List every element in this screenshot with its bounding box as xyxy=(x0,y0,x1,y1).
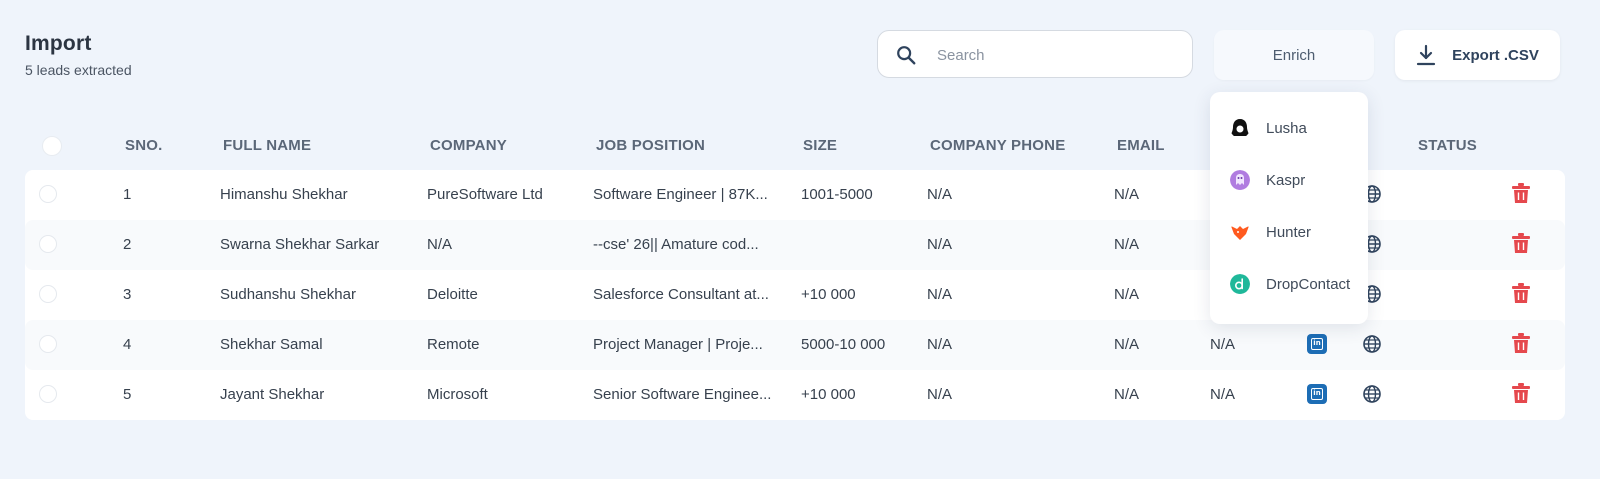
search-icon xyxy=(897,46,916,65)
enrich-dropdown-menu: Lusha Kaspr Hunter DropContact xyxy=(1210,92,1368,324)
cell-sno: 4 xyxy=(123,336,132,353)
trash-icon[interactable] xyxy=(1511,232,1531,254)
cell-sno: 1 xyxy=(123,186,132,203)
cell-company: Remote xyxy=(427,336,480,353)
enrich-button[interactable]: Enrich xyxy=(1214,30,1374,80)
cell-company: Microsoft xyxy=(427,386,488,403)
export-button-label: Export .CSV xyxy=(1452,46,1539,64)
cell-company-phone: N/A xyxy=(927,336,953,353)
enrich-option-kaspr[interactable]: Kaspr xyxy=(1230,166,1305,194)
row-checkbox[interactable] xyxy=(39,235,57,253)
cell-company-phone: N/A xyxy=(927,186,953,203)
cell-extra: N/A xyxy=(1210,386,1236,403)
cell-full-name: Himanshu Shekhar xyxy=(220,186,348,203)
column-header-email[interactable]: EMAIL xyxy=(1117,137,1165,154)
cell-extra: N/A xyxy=(1210,336,1236,353)
linkedin-icon[interactable]: in xyxy=(1307,384,1327,404)
cell-size: 1001-5000 xyxy=(801,186,873,203)
search-input[interactable] xyxy=(935,31,1179,79)
cell-company-phone: N/A xyxy=(927,386,953,403)
globe-icon[interactable] xyxy=(1362,334,1382,354)
leads-count: 5 leads extracted xyxy=(25,62,132,78)
row-checkbox[interactable] xyxy=(39,185,57,203)
cell-full-name: Swarna Shekhar Sarkar xyxy=(220,236,380,253)
cell-job-position: Senior Software Enginee... xyxy=(593,386,772,403)
page-header: Import 5 leads extracted xyxy=(25,32,132,78)
globe-icon[interactable] xyxy=(1362,384,1382,404)
select-all-checkbox[interactable] xyxy=(42,136,62,156)
cell-company: Deloitte xyxy=(427,286,478,303)
trash-icon[interactable] xyxy=(1511,332,1531,354)
cell-sno: 3 xyxy=(123,286,132,303)
column-header-full-name[interactable]: FULL NAME xyxy=(223,137,311,154)
cell-job-position: Project Manager | Proje... xyxy=(593,336,763,353)
column-header-job-position[interactable]: JOB POSITION xyxy=(596,137,705,154)
row-checkbox[interactable] xyxy=(39,385,57,403)
cell-sno: 2 xyxy=(123,236,132,253)
cell-size: +10 000 xyxy=(801,386,856,403)
table-row[interactable]: 5 Jayant Shekhar Microsoft Senior Softwa… xyxy=(25,370,1565,420)
cell-email: N/A xyxy=(1114,286,1140,303)
column-header-size[interactable]: SIZE xyxy=(803,137,837,154)
cell-full-name: Jayant Shekhar xyxy=(220,386,325,403)
enrich-option-dropcontact[interactable]: DropContact xyxy=(1230,270,1350,298)
cell-job-position: Salesforce Consultant at... xyxy=(593,286,769,303)
enrich-option-label: Lusha xyxy=(1266,119,1307,137)
linkedin-icon[interactable]: in xyxy=(1307,334,1327,354)
page-title: Import xyxy=(25,32,92,55)
trash-icon[interactable] xyxy=(1511,182,1531,204)
enrich-option-label: Kaspr xyxy=(1266,171,1306,189)
enrich-option-label: Hunter xyxy=(1266,223,1312,241)
hunter-icon xyxy=(1231,226,1249,240)
cell-company: PureSoftware Ltd xyxy=(427,186,543,203)
cell-sno: 5 xyxy=(123,386,132,403)
dropcontact-icon xyxy=(1230,274,1250,294)
enrich-option-label: DropContact xyxy=(1266,275,1351,293)
cell-email: N/A xyxy=(1114,186,1140,203)
column-header-company[interactable]: COMPANY xyxy=(430,137,507,154)
cell-full-name: Shekhar Samal xyxy=(220,336,323,353)
download-icon xyxy=(1417,44,1436,66)
row-checkbox[interactable] xyxy=(39,285,57,303)
cell-full-name: Sudhanshu Shekhar xyxy=(220,286,356,303)
trash-icon[interactable] xyxy=(1511,382,1531,404)
column-header-status[interactable]: STATUS xyxy=(1418,137,1477,154)
cell-email: N/A xyxy=(1114,236,1140,253)
enrich-option-lusha[interactable]: Lusha xyxy=(1230,114,1307,142)
export-csv-button[interactable]: Export .CSV xyxy=(1395,30,1560,80)
cell-company-phone: N/A xyxy=(927,236,953,253)
cell-email: N/A xyxy=(1114,386,1140,403)
enrich-option-hunter[interactable]: Hunter xyxy=(1230,218,1311,246)
cell-size: 5000-10 000 xyxy=(801,336,886,353)
enrich-button-label: Enrich xyxy=(1272,46,1316,64)
search-box[interactable] xyxy=(877,30,1193,79)
column-header-company-phone[interactable]: COMPANY PHONE xyxy=(930,137,1065,154)
cell-job-position: Software Engineer | 87K... xyxy=(593,186,768,203)
table-row[interactable]: 4 Shekhar Samal Remote Project Manager |… xyxy=(25,320,1565,370)
cell-email: N/A xyxy=(1114,336,1140,353)
cell-company: N/A xyxy=(427,236,453,253)
kaspr-icon xyxy=(1230,170,1250,190)
lusha-icon xyxy=(1231,119,1249,136)
cell-size: +10 000 xyxy=(801,286,856,303)
row-checkbox[interactable] xyxy=(39,335,57,353)
cell-company-phone: N/A xyxy=(927,286,953,303)
trash-icon[interactable] xyxy=(1511,282,1531,304)
cell-job-position: --cse' 26|| Amature cod... xyxy=(593,236,759,253)
column-header-sno[interactable]: SNO. xyxy=(125,137,162,154)
